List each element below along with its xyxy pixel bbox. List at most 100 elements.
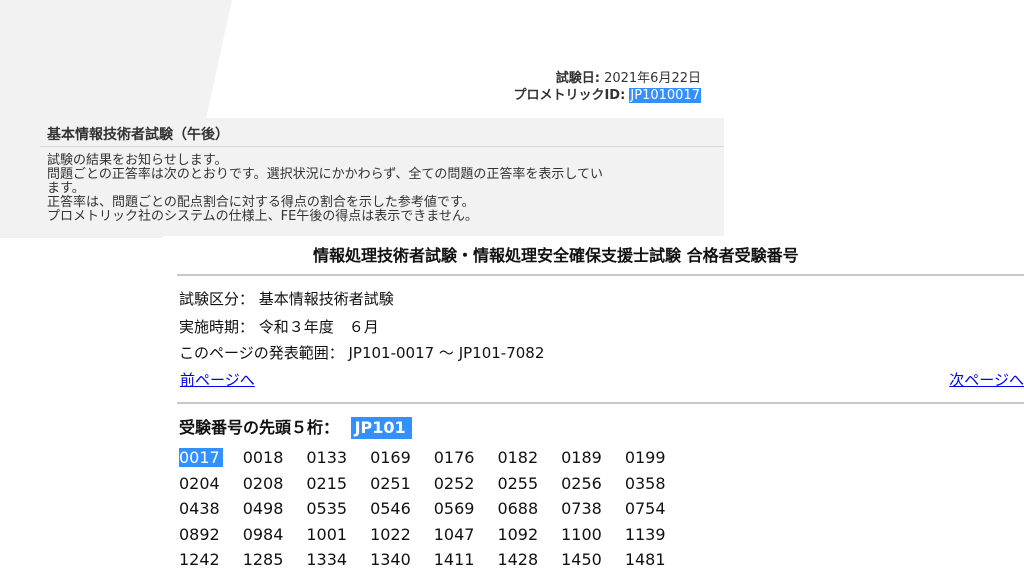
passing-number-text: 0535 (306, 499, 348, 519)
notice-line: 問題ごとの正答率は次のとおりです。選択状況にかかわらず、全ての問題の正答率を表示… (47, 167, 604, 182)
notice-line: プロメトリック社のシステムの仕様上、FE午後の得点は表示できません。 (47, 209, 478, 224)
passing-number: 1411 (434, 550, 498, 569)
page-range: このページの発表範囲： JP101-0017 ～ JP101-7082 (179, 344, 545, 362)
passing-number: 0498 (243, 499, 307, 518)
passing-number: 1092 (497, 525, 561, 544)
passing-number-text: 1334 (306, 550, 348, 570)
passing-number: 0208 (243, 474, 307, 493)
passing-number-text: 1428 (497, 550, 539, 570)
passing-number-text: 0358 (624, 473, 666, 493)
page-title: 情報処理技術者試験・情報処理安全確保支援士試験 合格者受験番号 (313, 246, 799, 265)
passing-number-text: 0252 (433, 473, 475, 493)
exam-category: 試験区分： 基本情報技術者試験 (179, 290, 394, 308)
exam-result-title: 基本情報技術者試験（午後） (47, 127, 229, 143)
passing-numbers-page: 情報処理技術者試験・情報処理安全確保支援士試験 合格者受験番号 試験区分： 基本… (163, 236, 1024, 576)
prev-page-link[interactable]: 前ページへ (180, 369, 255, 390)
passing-number-text: 1285 (242, 550, 284, 570)
passing-number-text: 0169 (370, 448, 411, 468)
passing-number: 0199 (625, 448, 689, 467)
passing-number: 0358 (625, 474, 689, 493)
passing-number-text: 0569 (433, 499, 475, 519)
passing-number: 0018 (243, 448, 307, 467)
passing-number: 0535 (306, 499, 370, 518)
result-notice: 試験の結果をお知らせします。 問題ごとの正答率は次のとおりです。選択状況にかかわ… (47, 154, 717, 224)
passing-number-text: 0182 (497, 448, 539, 468)
notice-line: 正答率は、問題ごとの配点割合に対する得点の割合を示した参考値です。 (47, 195, 475, 210)
passing-number: 0256 (561, 474, 625, 493)
number-row: 0892 0984 1001 1022 1047 1092 1100 1139 (179, 522, 689, 548)
number-prefix-row: 受験番号の先頭５桁： JP101 (179, 414, 412, 439)
passing-number-text: 1242 (179, 550, 220, 570)
passing-number: 0204 (179, 474, 243, 493)
passing-number-text: 0018 (242, 448, 284, 468)
passing-number-text: 0215 (306, 473, 348, 493)
passing-number: 1450 (561, 550, 625, 569)
passing-number-text: 0251 (370, 473, 411, 493)
passing-number-text: 1022 (370, 524, 411, 544)
passing-number-text: 1481 (624, 550, 666, 570)
passing-number-text: 1047 (433, 524, 475, 544)
passing-number-text: 1001 (306, 524, 348, 544)
exam-date-value: 2021年6月22日 (604, 71, 701, 86)
passing-number-grid: 0017 0018 0133 0169 0176 0182 0189 0199 0204 0208… (179, 445, 689, 573)
passing-number-text: 0208 (242, 473, 284, 493)
passing-number: 0984 (243, 525, 307, 544)
passing-number-text: 0176 (433, 448, 475, 468)
passing-number: 1428 (497, 550, 561, 569)
passing-number-text: 1139 (624, 524, 666, 544)
passing-number: 0255 (497, 474, 561, 493)
prometric-id-row: プロメトリックID: JP1010017 (513, 87, 701, 104)
passing-number: 1285 (243, 550, 307, 569)
prefix-label: 受験番号の先頭５桁： (179, 418, 340, 437)
passing-number-text: 0189 (561, 448, 602, 468)
passing-number-text: 1340 (370, 550, 411, 570)
passing-number-text[interactable]: 0017 (179, 448, 223, 468)
number-row: 0438 0498 0535 0546 0569 0688 0738 0754 (179, 496, 689, 522)
passing-number: 1242 (179, 550, 243, 569)
passing-number: 0215 (306, 474, 370, 493)
number-row: 0204 0208 0215 0251 0252 0255 0256 0358 (179, 471, 689, 497)
passing-number-text: 0984 (242, 524, 284, 544)
divider (40, 146, 724, 147)
prometric-id-value[interactable]: JP1010017 (629, 88, 701, 103)
passing-number-text: 0256 (561, 473, 602, 493)
passing-number-text: 0498 (242, 499, 284, 519)
passing-number-text: 1411 (433, 550, 475, 570)
exam-date-row: 試験日: 2021年6月22日 (513, 70, 701, 87)
passing-number: 0688 (497, 499, 561, 518)
passing-number-text: 0688 (497, 499, 539, 519)
passing-number-text: 0546 (370, 499, 411, 519)
prometric-id-label: プロメトリックID: (513, 88, 626, 103)
passing-number-text: 0438 (179, 499, 220, 519)
passing-number: 0438 (179, 499, 243, 518)
passing-number: 0252 (434, 474, 498, 493)
passing-number-text: 0204 (179, 473, 220, 493)
passing-number: 0251 (370, 474, 434, 493)
passing-number: 1334 (306, 550, 370, 569)
passing-number-text: 0255 (497, 473, 539, 493)
passing-number: 1047 (434, 525, 498, 544)
prefix-value[interactable]: JP101 (350, 417, 412, 439)
passing-number: 0569 (434, 499, 498, 518)
passing-number: 0738 (561, 499, 625, 518)
passing-number: 1139 (625, 525, 689, 544)
passing-number: 0176 (434, 448, 498, 467)
passing-number: 1340 (370, 550, 434, 569)
result-header: 試験日: 2021年6月22日 プロメトリックID: JP1010017 (513, 70, 701, 104)
passing-number-text: 0133 (306, 448, 348, 468)
number-row: 1242 1285 1334 1340 1411 1428 1450 1481 (179, 547, 689, 573)
passing-number: 0546 (370, 499, 434, 518)
passing-number: 1100 (561, 525, 625, 544)
number-row: 0017 0018 0133 0169 0176 0182 0189 0199 (179, 445, 689, 471)
notice-line: ます。 (47, 181, 85, 196)
passing-number-text: 1092 (497, 524, 539, 544)
exam-date-label: 試験日: (555, 71, 600, 86)
notice-line: 試験の結果をお知らせします。 (47, 153, 228, 168)
passing-number-text: 1450 (561, 550, 602, 570)
divider (177, 274, 1024, 276)
passing-number-text: 0754 (624, 499, 666, 519)
passing-number: 0017 (179, 448, 243, 468)
passing-number: 0189 (561, 448, 625, 467)
divider (177, 402, 1024, 404)
next-page-link[interactable]: 次ページへ (949, 369, 1024, 390)
